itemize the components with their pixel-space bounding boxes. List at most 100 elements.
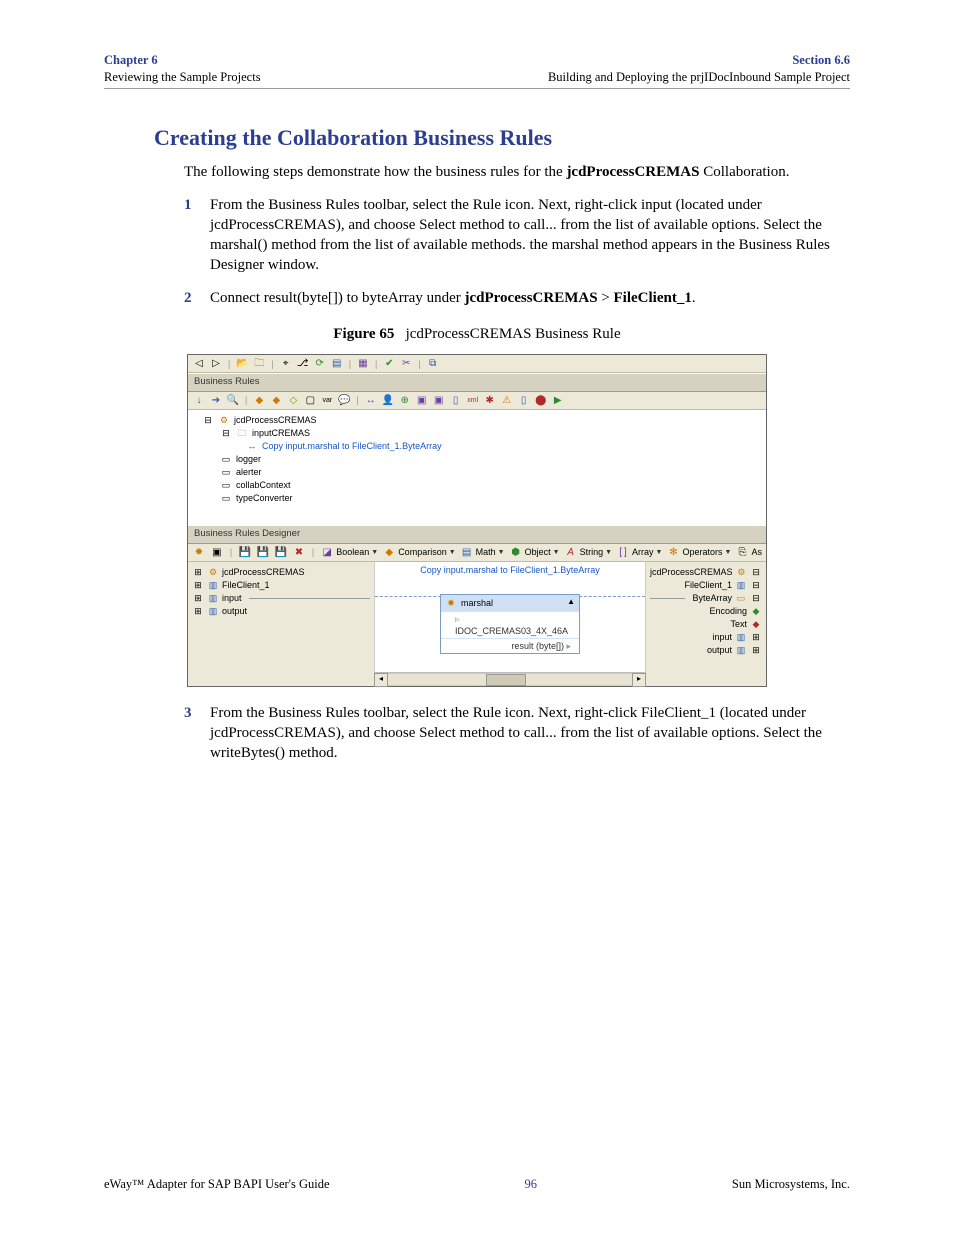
expand-icon[interactable]: ⊞ — [192, 579, 204, 591]
stop-icon[interactable]: ⬤ — [534, 394, 548, 408]
branch-icon[interactable]: ⎇ — [296, 357, 310, 371]
open-icon[interactable]: 📂 — [235, 357, 249, 371]
left-node-root[interactable]: ⊞⚙jcdProcessCREMAS — [192, 566, 370, 579]
clipboard-icon[interactable]: ▤ — [330, 357, 344, 371]
section-subtitle: Building and Deploying the prjIDocInboun… — [548, 70, 850, 84]
expand-icon[interactable]: ⊟ — [202, 415, 214, 427]
node-title: marshal — [461, 597, 493, 609]
link-line-out — [579, 596, 645, 597]
globe-icon[interactable]: ⊕ — [398, 394, 412, 408]
menu-object[interactable]: ⬢Object▼ — [509, 545, 560, 559]
resize-icon[interactable]: ↔ — [364, 394, 378, 408]
collapse-icon[interactable]: ▲ — [567, 597, 575, 608]
left-node-output[interactable]: ⊞▥output — [192, 605, 370, 618]
doc-icon[interactable]: ▯ — [449, 394, 463, 408]
menu-string[interactable]: AString▼ — [564, 545, 612, 559]
down-arrow-icon[interactable]: ↓ — [192, 394, 206, 408]
menu-operators[interactable]: ✻Operators▼ — [666, 545, 731, 559]
right-node-encoding[interactable]: Encoding◆ — [650, 605, 762, 618]
expand-icon[interactable]: ⊟ — [750, 579, 762, 591]
marshal-node[interactable]: ✸ marshal ▲ ▹ IDOC_CREMAS03_4X_46A resul… — [440, 594, 580, 655]
right-node-root[interactable]: jcdProcessCREMAS⚙⊟ — [650, 566, 762, 579]
expand-icon[interactable]: ⊟ — [750, 566, 762, 578]
menu-array[interactable]: [ ]Array▼ — [616, 545, 662, 559]
toolbar-separator: | — [349, 358, 351, 370]
xml-icon[interactable]: xml — [466, 394, 480, 408]
connector-line — [249, 598, 370, 599]
horizontal-scrollbar[interactable]: ◂ ▸ — [374, 672, 646, 686]
magnifier-icon[interactable]: 🔍 — [226, 394, 240, 408]
left-label: FileClient_1 — [222, 579, 270, 591]
tree-node-type[interactable]: ▭ typeConverter — [194, 492, 760, 505]
copy-icon[interactable]: ⧉ — [426, 357, 440, 371]
expand-icon[interactable]: ⊟ — [750, 592, 762, 604]
expand-icon[interactable]: ⊟ — [220, 428, 232, 440]
scroll-right-button[interactable]: ▸ — [632, 673, 646, 687]
right-node-text[interactable]: Text◆ — [650, 618, 762, 631]
scroll-thumb[interactable] — [486, 674, 526, 686]
tree-node-collab[interactable]: ▭ collabContext — [194, 479, 760, 492]
scroll-left-button[interactable]: ◂ — [374, 673, 388, 687]
node-output-port[interactable]: result (byte[]) ▸ — [441, 638, 579, 653]
menu-label: Math — [476, 546, 496, 558]
expand-icon[interactable]: ⊞ — [192, 566, 204, 578]
loop2-icon[interactable]: ▣ — [432, 394, 446, 408]
warn-icon[interactable]: ⚠ — [500, 394, 514, 408]
figure-caption: Figure 65 jcdProcessCREMAS Business Rule — [104, 324, 850, 344]
right-node-input[interactable]: input▥⊞ — [650, 631, 762, 644]
grid-icon[interactable]: ▦ — [356, 357, 370, 371]
method-icon[interactable]: ✸ — [192, 545, 206, 559]
left-node-fileclient[interactable]: ⊞▥FileClient_1 — [192, 579, 370, 592]
menu-boolean[interactable]: ◪Boolean▼ — [320, 545, 378, 559]
tree-node-alerter[interactable]: ▭ alerter — [194, 466, 760, 479]
refresh-icon[interactable]: ⟳ — [313, 357, 327, 371]
scroll-track[interactable] — [388, 673, 632, 686]
panel-icon[interactable]: ▣ — [210, 545, 224, 559]
tree-label: alerter — [236, 466, 262, 478]
target-icon[interactable]: ⌖ — [279, 357, 293, 371]
tree-node-input[interactable]: ⊟ 🗀 inputCREMAS — [194, 427, 760, 440]
tree-node-copy-rule[interactable]: ↔ Copy input.marshal to FileClient_1.Byt… — [194, 440, 760, 453]
box-icon[interactable]: ▢ — [303, 394, 317, 408]
star-icon[interactable]: ✱ — [483, 394, 497, 408]
rule-icon[interactable]: ◆ — [252, 394, 266, 408]
play-icon[interactable]: ▶ — [551, 394, 565, 408]
port-in-icon: ▹ — [455, 614, 460, 624]
nav-back-icon[interactable]: ◁ — [192, 357, 206, 371]
expand-icon[interactable]: ⊞ — [192, 592, 204, 604]
comment-icon[interactable]: 💬 — [337, 394, 351, 408]
var-icon[interactable]: var — [320, 394, 334, 408]
menu-comparison[interactable]: ◆Comparison▼ — [382, 545, 455, 559]
person-icon[interactable]: 👤 — [381, 394, 395, 408]
rule2-icon[interactable]: ◆ — [269, 394, 283, 408]
save2-icon[interactable]: 💾 — [256, 545, 270, 559]
check-icon[interactable]: ✔ — [382, 357, 396, 371]
expand-icon[interactable]: ⊞ — [192, 605, 204, 617]
saveall-icon[interactable]: 💾 — [274, 545, 288, 559]
right-node-output[interactable]: output▥⊞ — [650, 644, 762, 657]
nav-forward-icon[interactable]: ▷ — [209, 357, 223, 371]
tool-icon[interactable]: ✂ — [399, 357, 413, 371]
left-node-input[interactable]: ⊞▥input — [192, 592, 370, 605]
save-icon[interactable]: 💾 — [238, 545, 252, 559]
diamond-icon[interactable]: ◇ — [286, 394, 300, 408]
step-1-number: 1 — [184, 195, 192, 215]
tree-node-root[interactable]: ⊟ ⚙ jcdProcessCREMAS — [194, 414, 760, 427]
right-arrow-icon[interactable]: ➔ — [209, 394, 223, 408]
node-input-port[interactable]: ▹ IDOC_CREMAS03_4X_46A — [441, 611, 579, 638]
delete-icon[interactable]: ✖ — [292, 545, 306, 559]
loop-icon[interactable]: ▣ — [415, 394, 429, 408]
page-icon[interactable]: ▯ — [517, 394, 531, 408]
footer-right: Sun Microsystems, Inc. — [732, 1176, 850, 1193]
designer-right-tree: jcdProcessCREMAS⚙⊟ FileClient_1▥⊟ ByteAr… — [646, 562, 766, 686]
tree-node-logger[interactable]: ▭ logger — [194, 453, 760, 466]
new-folder-icon[interactable]: 🗀 — [252, 357, 266, 371]
expand-icon[interactable]: ⊞ — [750, 644, 762, 656]
designer-canvas[interactable]: Copy input.marshal to FileClient_1.ByteA… — [374, 562, 646, 672]
chevron-down-icon: ▼ — [605, 548, 612, 557]
right-node-fileclient[interactable]: FileClient_1▥⊟ — [650, 579, 762, 592]
right-node-bytearray[interactable]: ByteArray▭⊟ — [650, 592, 762, 605]
menu-as[interactable]: ⎘As — [735, 545, 762, 559]
expand-icon[interactable]: ⊞ — [750, 631, 762, 643]
menu-math[interactable]: ▤Math▼ — [460, 545, 505, 559]
